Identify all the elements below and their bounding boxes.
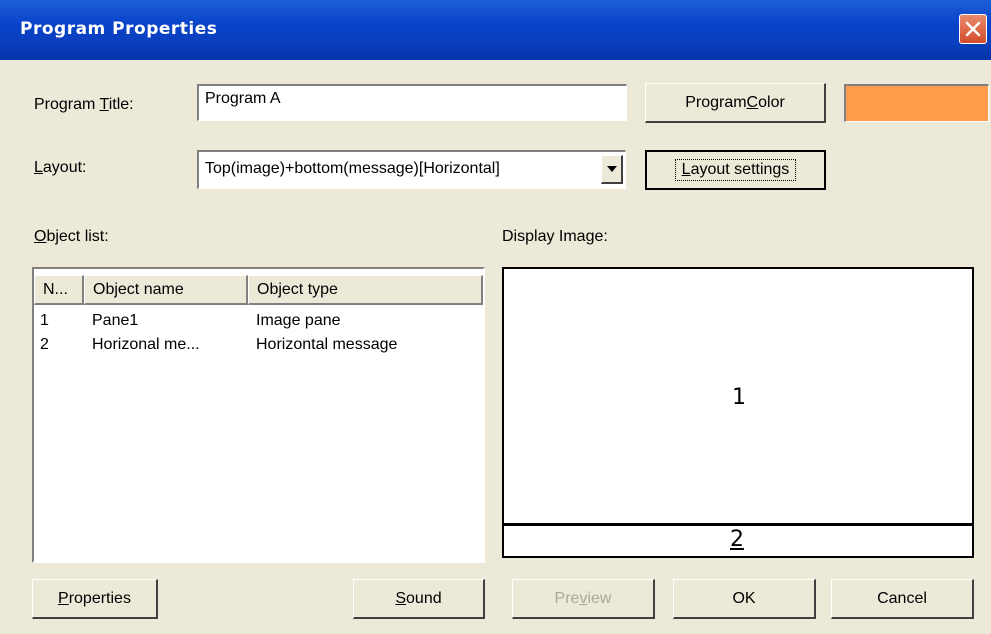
window-title: Program Properties (20, 19, 218, 39)
program-title-label: Program Title: (34, 96, 134, 113)
column-header-object-type[interactable]: Object type (248, 275, 483, 305)
program-color-swatch (844, 84, 989, 122)
close-icon (965, 21, 981, 37)
layout-settings-button[interactable]: Layout settings (645, 150, 826, 190)
ok-button[interactable]: OK (673, 579, 816, 619)
preview-button[interactable]: Pre v iew (512, 579, 655, 619)
display-image-preview: 1 2 (502, 267, 974, 558)
list-item-name: Horizonal me... (92, 336, 200, 353)
program-properties-dialog: Program Properties Program Title: Progra… (0, 0, 991, 634)
list-item-type: Horizontal message (256, 336, 398, 353)
properties-button[interactable]: Properties (32, 579, 158, 619)
pane-number: 2 (730, 527, 744, 552)
object-list-label: Object list: (34, 228, 109, 245)
program-title-input[interactable]: Program A (197, 84, 627, 121)
list-item[interactable]: 2 Horizonal me... Horizontal message (34, 336, 483, 358)
list-item-number: 2 (40, 336, 49, 353)
column-header-object-name[interactable]: Object name (84, 275, 248, 305)
layout-pane-image: 1 (504, 269, 972, 526)
close-button[interactable] (959, 14, 987, 44)
layout-select[interactable]: Top(image)+bottom(message)[Horizontal] (197, 150, 626, 189)
display-image-label: Display Image: (502, 228, 608, 245)
layout-selected-value: Top(image)+bottom(message)[Horizontal] (205, 160, 500, 177)
list-item-name: Pane1 (92, 312, 139, 329)
layout-label: Layout: (34, 159, 87, 176)
title-bar[interactable]: Program Properties (0, 0, 991, 60)
list-item-type: Image pane (256, 312, 341, 329)
pane-number: 1 (732, 385, 746, 410)
object-list[interactable]: N... Object name Object type 1 Pane1 Ima… (32, 267, 485, 563)
sound-button[interactable]: Sound (353, 579, 485, 619)
object-list-header: N... Object name Object type (34, 275, 483, 305)
cancel-button[interactable]: Cancel (831, 579, 974, 619)
list-item-number: 1 (40, 312, 49, 329)
layout-dropdown-button[interactable] (601, 155, 623, 184)
program-color-button[interactable]: Program Color (645, 83, 826, 123)
layout-pane-message: 2 (504, 527, 972, 556)
list-item[interactable]: 1 Pane1 Image pane (34, 312, 483, 334)
column-header-number[interactable]: N... (34, 275, 84, 305)
chevron-down-icon (607, 166, 617, 172)
